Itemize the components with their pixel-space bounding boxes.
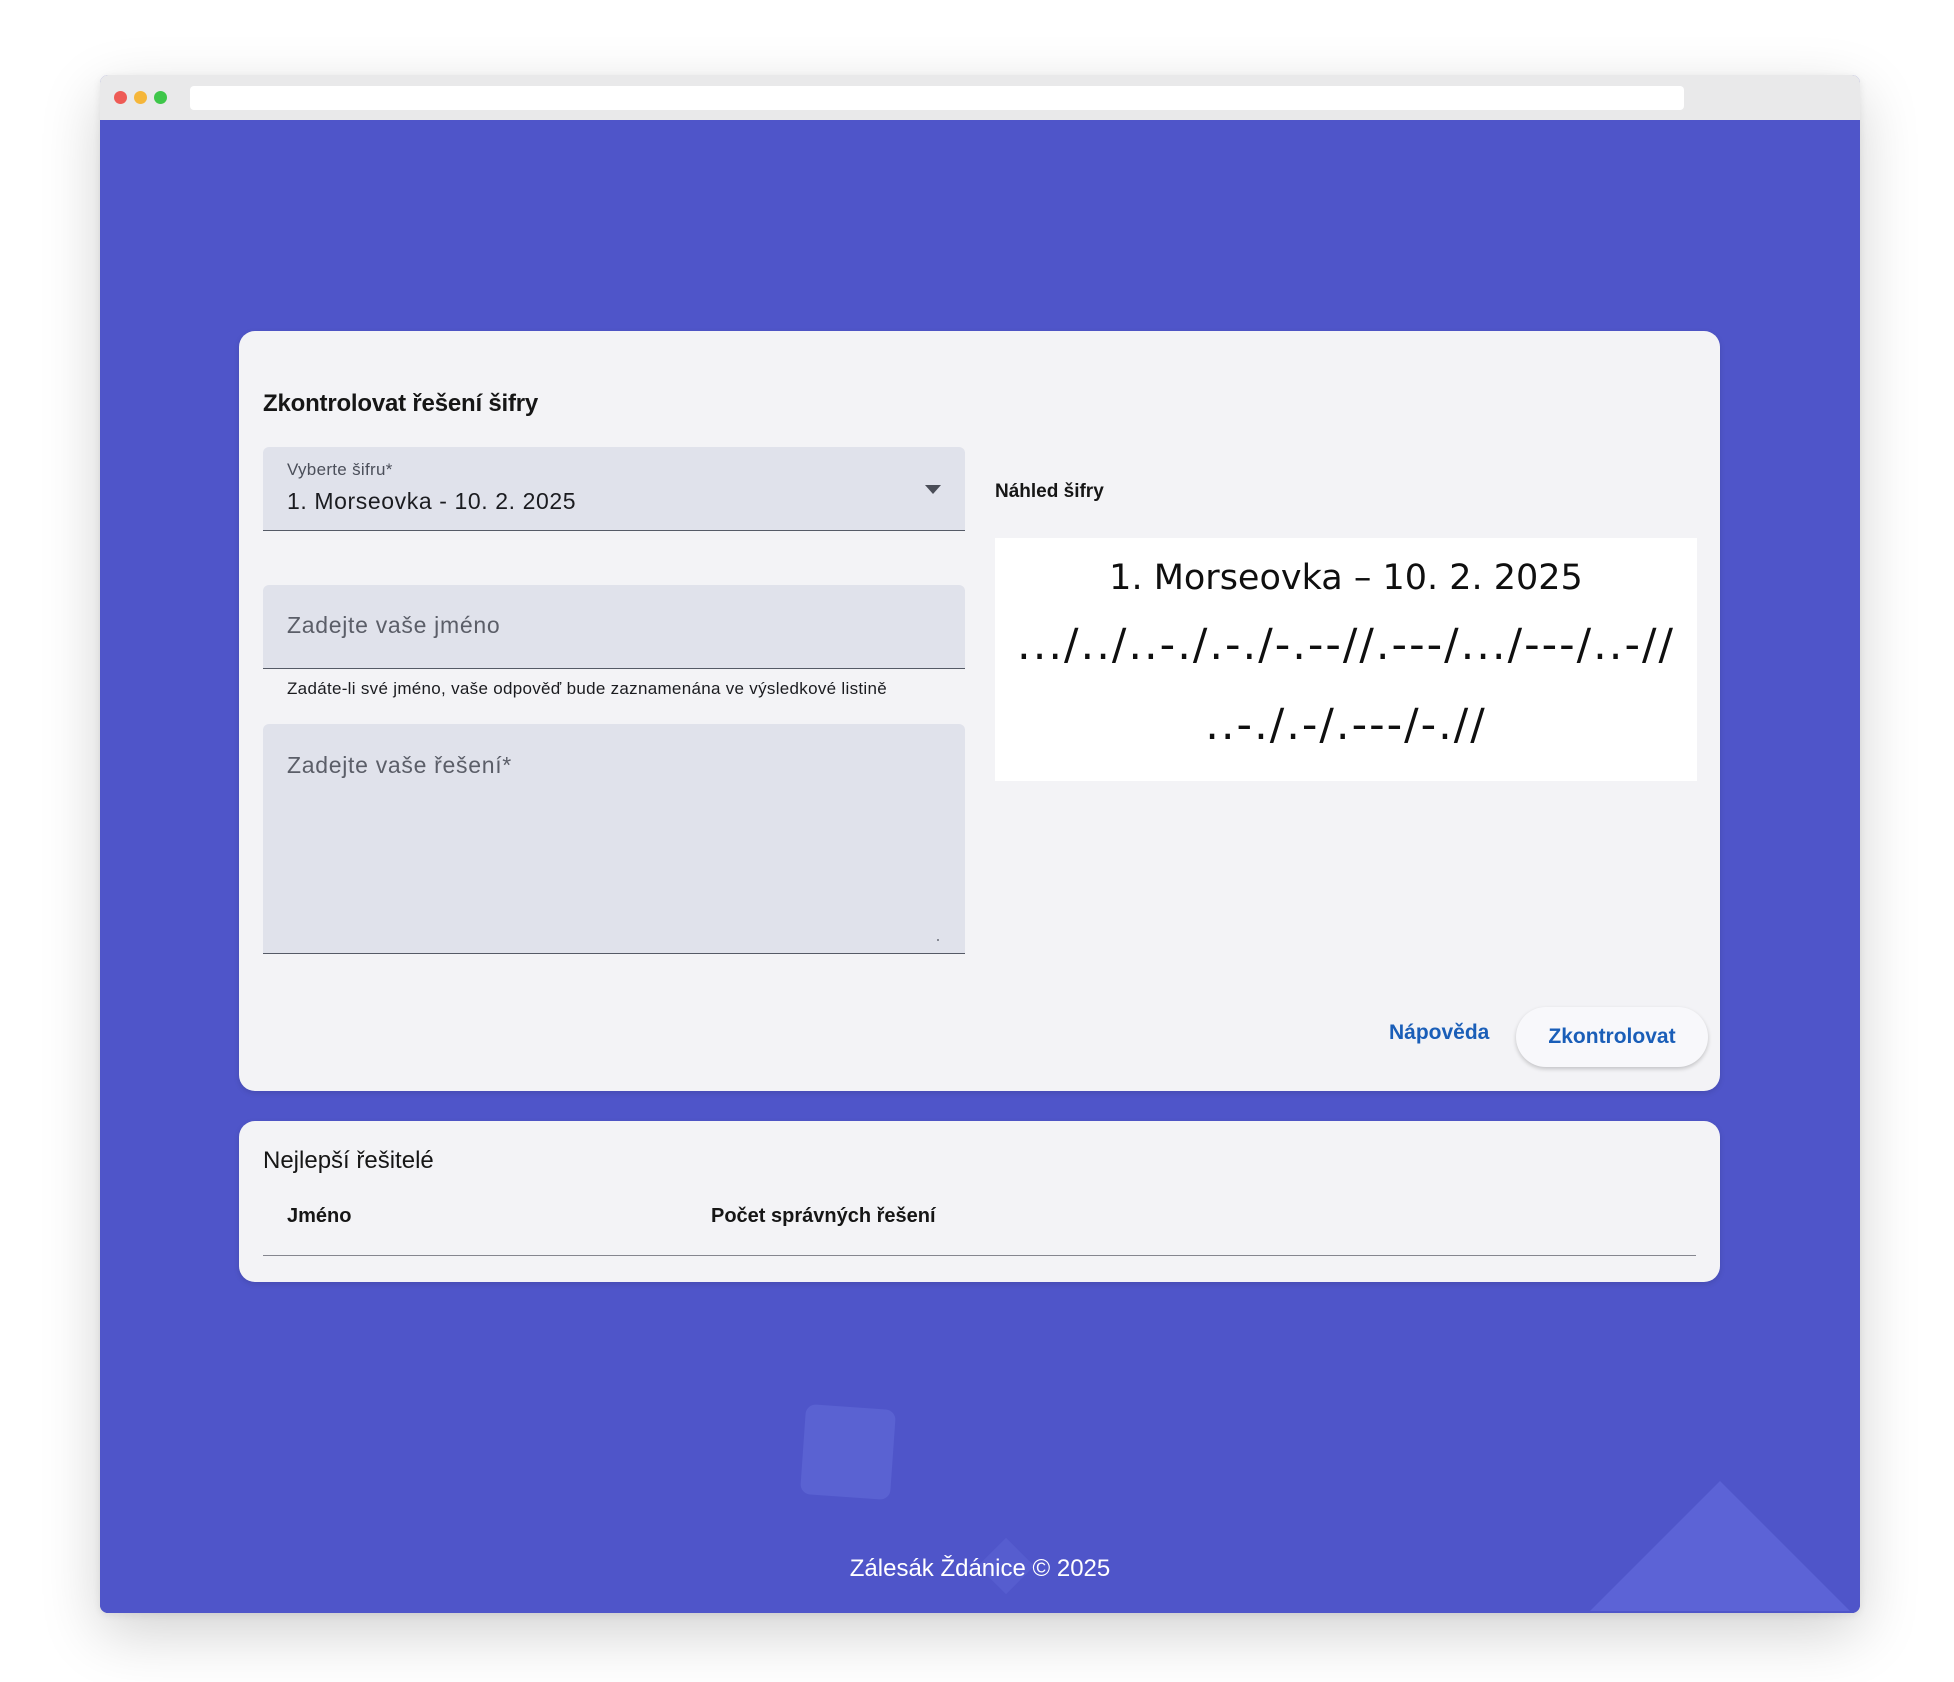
top-solvers-card: Nejlepší řešitelé Jméno Počet správných … — [239, 1121, 1720, 1282]
decorative-square — [799, 1403, 897, 1501]
card-title: Zkontrolovat řešení šifry — [263, 390, 539, 417]
maximize-window-icon[interactable] — [154, 91, 167, 104]
resize-handle-icon[interactable] — [937, 939, 939, 941]
cipher-select-label: Vyberte šifru* — [287, 460, 393, 479]
chevron-down-icon[interactable] — [925, 485, 941, 494]
column-header-count: Počet správných řešení — [711, 1205, 936, 1227]
browser-window: Zkontrolovat řešení šifry Vyberte šifru*… — [100, 75, 1860, 1613]
cipher-preview-title: 1. Morseovka – 10. 2. 2025 — [1109, 558, 1583, 598]
cipher-preview-line: .../../..-./.-./-.--//.---/.../---/..-// — [1017, 620, 1675, 670]
close-window-icon[interactable] — [114, 91, 127, 104]
solvers-title: Nejlepší řešitelé — [263, 1147, 434, 1174]
column-header-name: Jméno — [287, 1205, 352, 1227]
cipher-preview-line: ..-./.-/.---/-.// — [1205, 700, 1487, 750]
cipher-preview: 1. Morseovka – 10. 2. 2025 .../../..-./.… — [995, 538, 1697, 781]
browser-titlebar — [100, 75, 1860, 120]
solution-textarea[interactable]: Zadejte vaše řešení* — [263, 724, 965, 954]
minimize-window-icon[interactable] — [134, 91, 147, 104]
name-input[interactable]: Zadejte vaše jméno — [263, 585, 965, 669]
name-input-placeholder: Zadejte vaše jméno — [287, 612, 501, 638]
address-bar[interactable] — [190, 86, 1684, 110]
table-divider — [263, 1255, 1696, 1256]
footer-text: Zálesák Ždánice © 2025 — [849, 1555, 1111, 1582]
cipher-select[interactable]: Vyberte šifru* 1. Morseovka - 10. 2. 202… — [263, 447, 965, 531]
check-button[interactable]: Zkontrolovat — [1516, 1007, 1708, 1067]
name-helper-text: Zadáte-li své jméno, vaše odpověď bude z… — [287, 679, 887, 698]
page-content: Zkontrolovat řešení šifry Vyberte šifru*… — [100, 120, 1860, 1613]
solution-textarea-placeholder: Zadejte vaše řešení* — [287, 752, 512, 778]
check-solution-card: Zkontrolovat řešení šifry Vyberte šifru*… — [239, 331, 1720, 1091]
help-button[interactable]: Nápověda — [1377, 1003, 1501, 1063]
cipher-select-value: 1. Morseovka - 10. 2. 2025 — [287, 488, 577, 514]
preview-heading: Náhled šifry — [995, 481, 1104, 502]
decorative-triangle — [1590, 1481, 1850, 1611]
